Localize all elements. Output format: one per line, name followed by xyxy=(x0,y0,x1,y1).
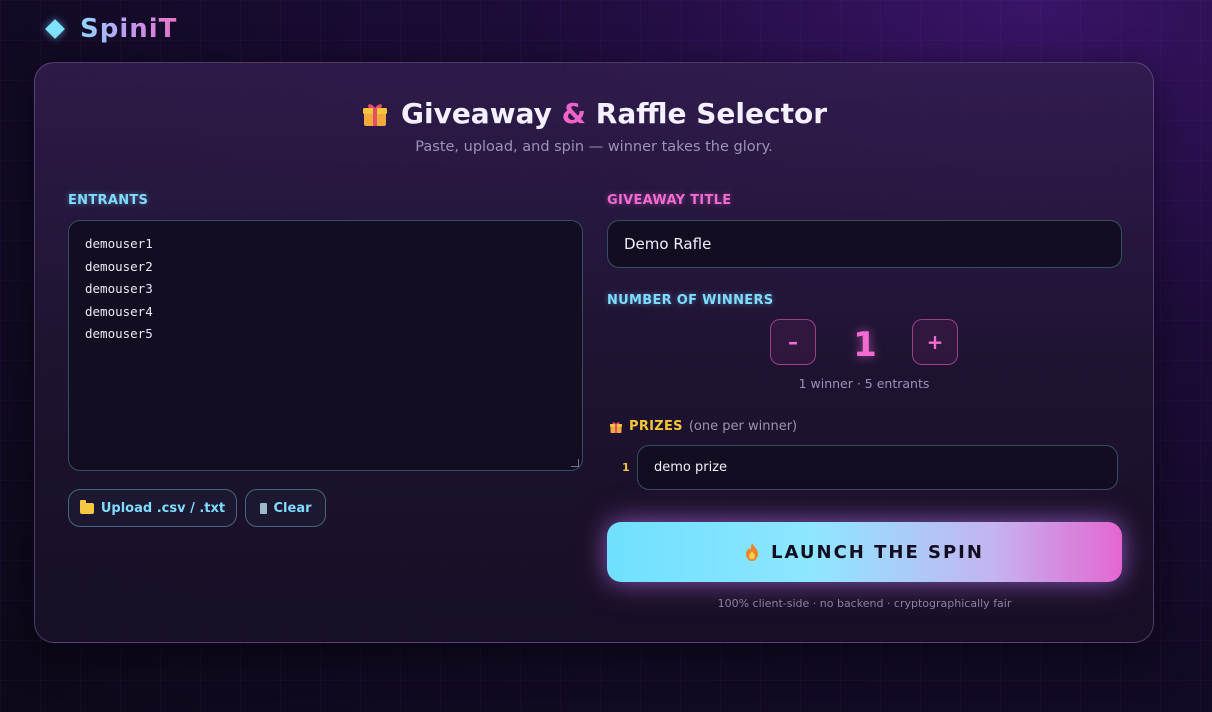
title-amp: & xyxy=(561,97,587,130)
title-text: Giveaway & Raffle Selector xyxy=(401,97,827,130)
giveaway-title-label: GIVEAWAY TITLE xyxy=(607,193,732,208)
clear-button[interactable]: Clear xyxy=(245,489,326,527)
prize-value: demo prize xyxy=(654,460,728,475)
giveaway-title-input[interactable]: Demo Rafle xyxy=(607,220,1122,268)
page-title: Giveaway & Raffle Selector xyxy=(35,97,1153,130)
entrant-item: demouser1 xyxy=(85,236,153,251)
prize-input[interactable]: demo prize xyxy=(637,445,1118,490)
title-part1: Giveaway xyxy=(400,97,552,130)
flame-icon xyxy=(745,543,759,561)
gift-icon xyxy=(609,420,623,434)
winners-label: NUMBER OF WINNERS xyxy=(607,293,774,308)
prize-number: 1 xyxy=(622,461,630,474)
diamond-icon xyxy=(45,19,65,39)
entrants-label: ENTRANTS xyxy=(68,193,149,208)
resize-handle-icon[interactable] xyxy=(571,459,579,467)
launch-label: LAUNCH THE SPIN xyxy=(771,541,984,563)
prizes-label: PRIZES (one per winner) xyxy=(609,419,797,434)
increment-button[interactable]: + xyxy=(912,319,958,365)
upload-label: Upload .csv / .txt xyxy=(100,500,226,516)
entrant-item: demouser3 xyxy=(85,281,153,297)
prizes-hint: (one per winner) xyxy=(688,419,798,434)
brand[interactable]: SpiniT xyxy=(44,14,177,44)
clear-label: Clear xyxy=(273,500,312,516)
title-part2: Raffle Selector xyxy=(595,97,827,130)
brand-name: SpiniT xyxy=(80,14,178,44)
entrant-item: demouser5 xyxy=(85,326,153,342)
decrement-button[interactable]: – xyxy=(770,319,816,365)
entrant-item: demouser4 xyxy=(85,303,153,319)
folder-icon xyxy=(79,499,94,514)
page-subtitle: Paste, upload, and spin — winner takes t… xyxy=(415,139,773,155)
entrant-item: demouser2 xyxy=(85,258,153,274)
entrants-textarea[interactable]: demouser1 demouser2 demouser3 demouser4 demo… xyxy=(68,220,583,471)
upload-button[interactable]: Upload .csv / .txt xyxy=(68,489,237,527)
giveaway-title-value: Demo Rafle xyxy=(624,235,712,253)
raffle-card: Giveaway & Raffle Selector Paste, upload… xyxy=(34,62,1154,643)
launch-footnote: 100% client-side · no backend · cryptogr… xyxy=(717,597,1012,610)
winner-count-note: 1 winner · 5 entrants xyxy=(798,376,930,391)
entrant-list: demouser1 demouser2 demouser3 demouser4 demo… xyxy=(85,233,566,346)
launch-spin-button[interactable]: LAUNCH THE SPIN xyxy=(607,522,1122,582)
trash-icon xyxy=(259,502,267,514)
winner-count: 1 xyxy=(853,325,877,365)
gift-icon xyxy=(361,100,389,128)
prizes-title: PRIZES xyxy=(629,419,683,434)
